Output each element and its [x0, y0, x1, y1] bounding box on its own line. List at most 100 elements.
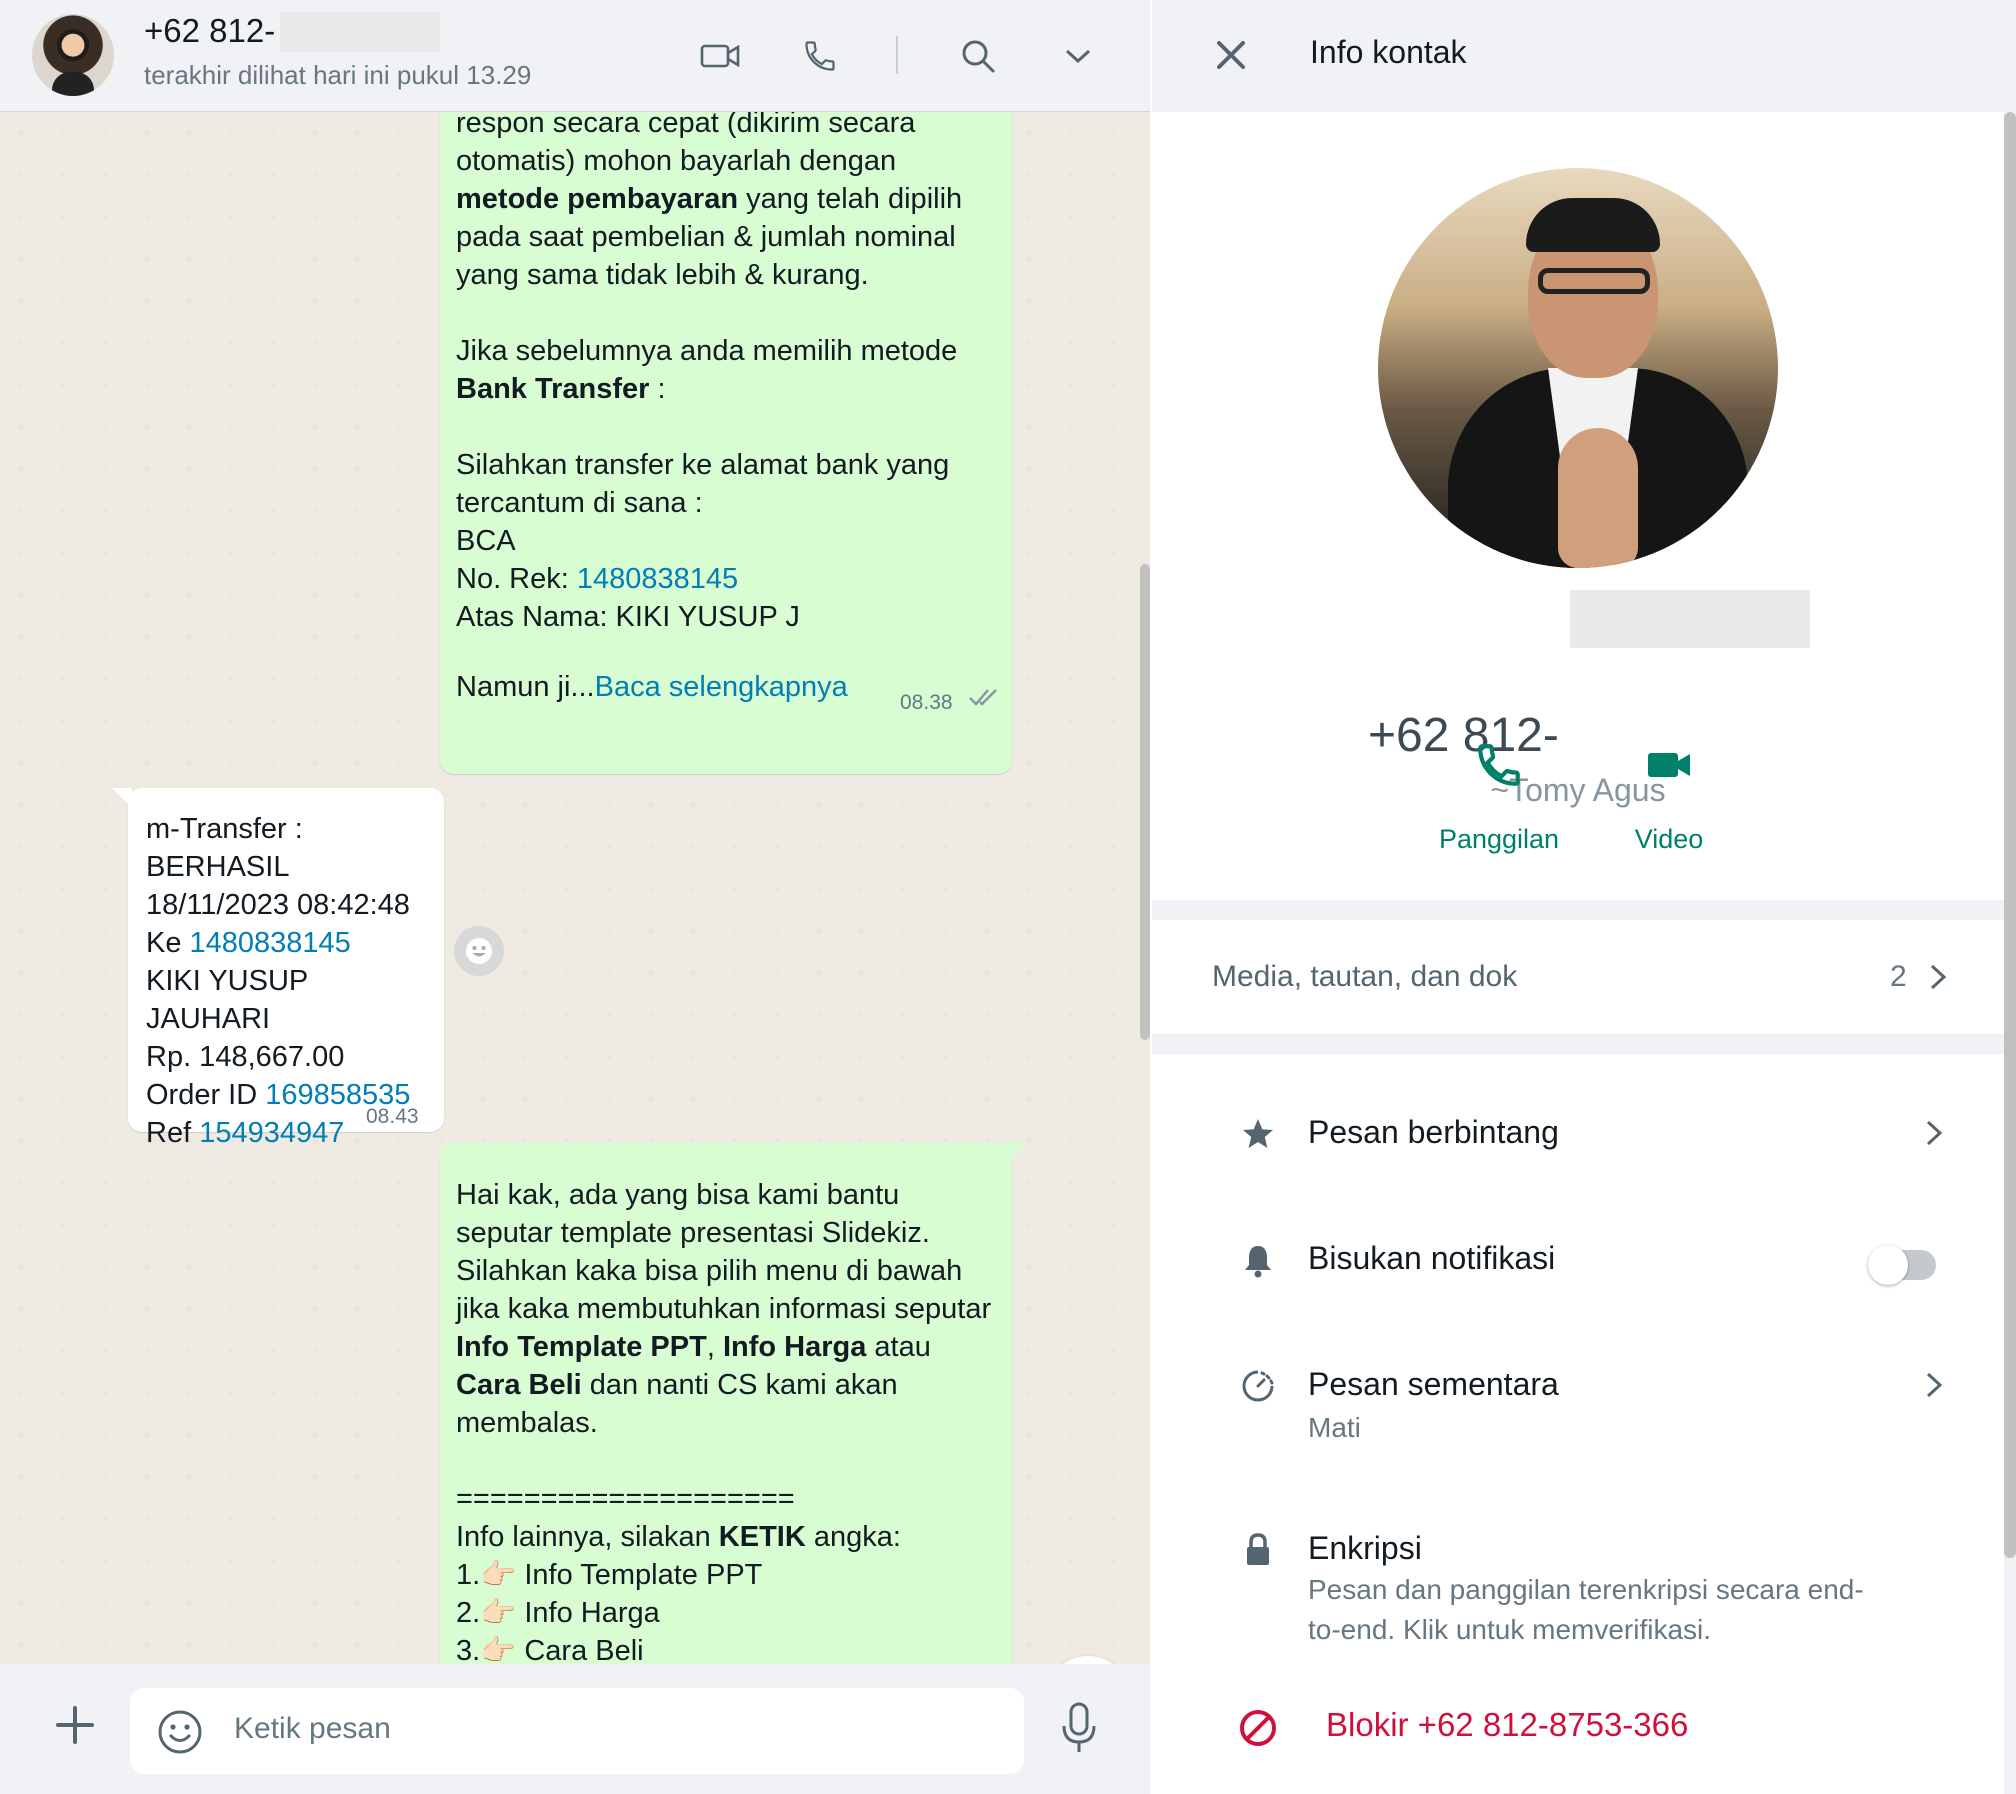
bold-text: KETIK: [718, 1521, 806, 1553]
header-divider: [896, 36, 898, 74]
menu-dropdown-button[interactable]: [1050, 28, 1106, 84]
chat-scrollbar[interactable]: [1140, 564, 1150, 1040]
plain-text: 1.👉🏻 Info Template PPT: [456, 1559, 763, 1591]
plain-text: Order ID: [146, 1079, 266, 1111]
message-line: yang sama tidak lebih & kurang.: [456, 256, 994, 294]
info-header: Info kontak: [1152, 0, 2016, 112]
contact-name[interactable]: +62 812-: [144, 12, 275, 50]
voice-call-icon: [805, 41, 835, 71]
video-action-label: Video: [1634, 824, 1704, 854]
info-scrollbar[interactable]: [2004, 112, 2016, 1558]
message-line: Silahkan kaka bisa pilih menu di bawah: [456, 1252, 994, 1290]
redacted-number: [280, 12, 440, 52]
plain-text: jika kaka membutuhkan informasi seputar: [456, 1293, 992, 1325]
plain-text: BCA: [456, 525, 516, 557]
disappearing-messages-row[interactable]: Pesan sementara Mati: [1152, 1366, 2004, 1496]
message-line: respon secara cepat (dikirim secara: [456, 112, 994, 142]
voice-call-button[interactable]: [792, 28, 848, 84]
mic-icon[interactable]: [1056, 1700, 1102, 1756]
video-call-button[interactable]: [692, 28, 748, 84]
chevron-right-icon: [1930, 964, 1947, 990]
redacted-number: [1570, 590, 1810, 648]
plain-text: Rp. 148,667.00: [146, 1041, 345, 1073]
message-line: Silahkan transfer ke alamat bank yang: [456, 446, 994, 484]
mute-toggle[interactable]: [1868, 1245, 1936, 1285]
encryption-label: Enkripsi: [1308, 1530, 1422, 1566]
disappearing-status: Mati: [1308, 1412, 1361, 1443]
profile-photo[interactable]: [1378, 168, 1778, 568]
close-icon[interactable]: [1206, 30, 1256, 80]
message-list[interactable]: respon secara cepat (dikirim secara otoma…: [0, 112, 1150, 1664]
message-line: No. Rek: 1480838145: [456, 560, 994, 598]
video-call-icon: [700, 44, 740, 68]
plain-text: atau: [866, 1331, 931, 1363]
emoji-icon: [466, 938, 492, 964]
message-line: Hai kak, ada yang bisa kami bantu: [456, 1176, 994, 1214]
plain-text: Jika sebelumnya anda memilih metode: [456, 335, 958, 367]
settings-card: Pesan berbintang Bisukan notifikasi Pesa…: [1152, 1054, 2004, 1794]
message-line: Atas Nama: KIKI YUSUP J: [456, 598, 994, 636]
plain-text: tercantum di sana :: [456, 487, 703, 519]
outgoing-message[interactable]: respon secara cepat (dikirim secara otoma…: [440, 112, 1012, 774]
block-label: Blokir +62 812-8753-366: [1326, 1706, 1689, 1743]
chat-pane: respon secara cepat (dikirim secara otoma…: [0, 0, 1150, 1794]
contact-info-pane: Info kontak +62 812- ~Tomy Agus Panggila…: [1152, 0, 2016, 1794]
bold-text: Info Harga: [722, 1331, 867, 1363]
plain-text: Ref: [146, 1117, 200, 1149]
message-time: 08.38: [900, 691, 953, 714]
plus-icon[interactable]: [50, 1700, 100, 1750]
plain-text: No. Rek:: [456, 563, 577, 595]
message-link[interactable]: 1480838145: [577, 563, 738, 595]
incoming-message[interactable]: m-Transfer : BERHASIL 18/11/2023 08:42:48 K…: [128, 788, 444, 1149]
plain-text: 3.👉🏻 Cara Beli: [456, 1635, 644, 1664]
chat-header[interactable]: +62 812- terakhir dilihat hari ini pukul…: [0, 0, 1150, 112]
bubble-tail: [1008, 1142, 1028, 1162]
message-line: membalas.: [456, 1404, 994, 1442]
message-line: 2.👉🏻 Info Harga: [456, 1594, 994, 1632]
message-line: pada saat pembelian & jumlah nominal: [456, 218, 994, 256]
profile-phone: +62 812-: [1368, 709, 1559, 762]
message-line: BERHASIL: [146, 848, 434, 886]
message-text: respon secara cepat (dikirim secara otoma…: [456, 112, 994, 636]
avatar[interactable]: [32, 14, 114, 96]
message-link[interactable]: 154934947: [199, 1117, 344, 1149]
block-icon: [1240, 1710, 1276, 1746]
bold-text: metode pembayaran: [456, 183, 739, 215]
starred-messages-row[interactable]: Pesan berbintang: [1152, 1114, 2004, 1224]
emoji-icon[interactable]: [156, 1708, 204, 1756]
plain-text: Hai kak, ada yang bisa kami bantu: [456, 1179, 900, 1211]
search-button[interactable]: [950, 28, 1006, 84]
message-line: 3.👉🏻 Cara Beli: [456, 1632, 994, 1664]
message-link[interactable]: 1480838145: [190, 927, 351, 959]
message-line: 18/11/2023 08:42:48: [146, 886, 434, 924]
scroll-to-bottom-button[interactable]: [1046, 1656, 1130, 1664]
message-line: [456, 408, 994, 446]
message-line: BCA: [456, 522, 994, 560]
plain-text: angka:: [805, 1521, 901, 1553]
message-time: 08.43: [366, 1105, 419, 1128]
plain-text: dan nanti CS kami akan: [581, 1369, 898, 1401]
message-line: [456, 1442, 994, 1480]
read-more-link[interactable]: Baca selengkapnya: [595, 671, 848, 703]
bold-text: Bank Transfer: [456, 373, 650, 405]
plain-text: :: [649, 373, 666, 405]
plain-text: Info lainnya, silakan: [456, 1521, 719, 1553]
message-line: jika kaka membutuhkan informasi seputar: [456, 1290, 994, 1328]
mute-notifications-row[interactable]: Bisukan notifikasi: [1152, 1240, 2004, 1350]
disappearing-label: Pesan sementara: [1308, 1366, 1559, 1402]
encryption-row[interactable]: Enkripsi Pesan dan panggilan terenkripsi…: [1152, 1530, 2004, 1660]
message-line: Bank Transfer :: [456, 370, 994, 408]
truncated-text: Namun ji...Baca selengkapnya: [456, 671, 848, 703]
plain-text: yang telah dipilih: [738, 183, 963, 215]
reaction-button[interactable]: [454, 926, 504, 976]
message-line: metode pembayaran yang telah dipilih: [456, 180, 994, 218]
message-line: otomatis) mohon bayarlah dengan: [456, 142, 994, 180]
message-line: Ke 1480838145: [146, 924, 434, 962]
plain-text: Atas Nama: KIKI YUSUP J: [456, 601, 800, 633]
media-links-docs-row[interactable]: Media, tautan, dan dok 2: [1152, 920, 2004, 1034]
outgoing-message[interactable]: Hai kak, ada yang bisa kami bantu seputar…: [440, 1142, 1012, 1664]
plain-text: membalas.: [456, 1407, 598, 1439]
block-contact-row[interactable]: Blokir +62 812-8753-366: [1152, 1706, 2004, 1768]
last-seen-status: terakhir dilihat hari ini pukul 13.29: [144, 60, 532, 90]
info-title: Info kontak: [1310, 34, 1467, 70]
